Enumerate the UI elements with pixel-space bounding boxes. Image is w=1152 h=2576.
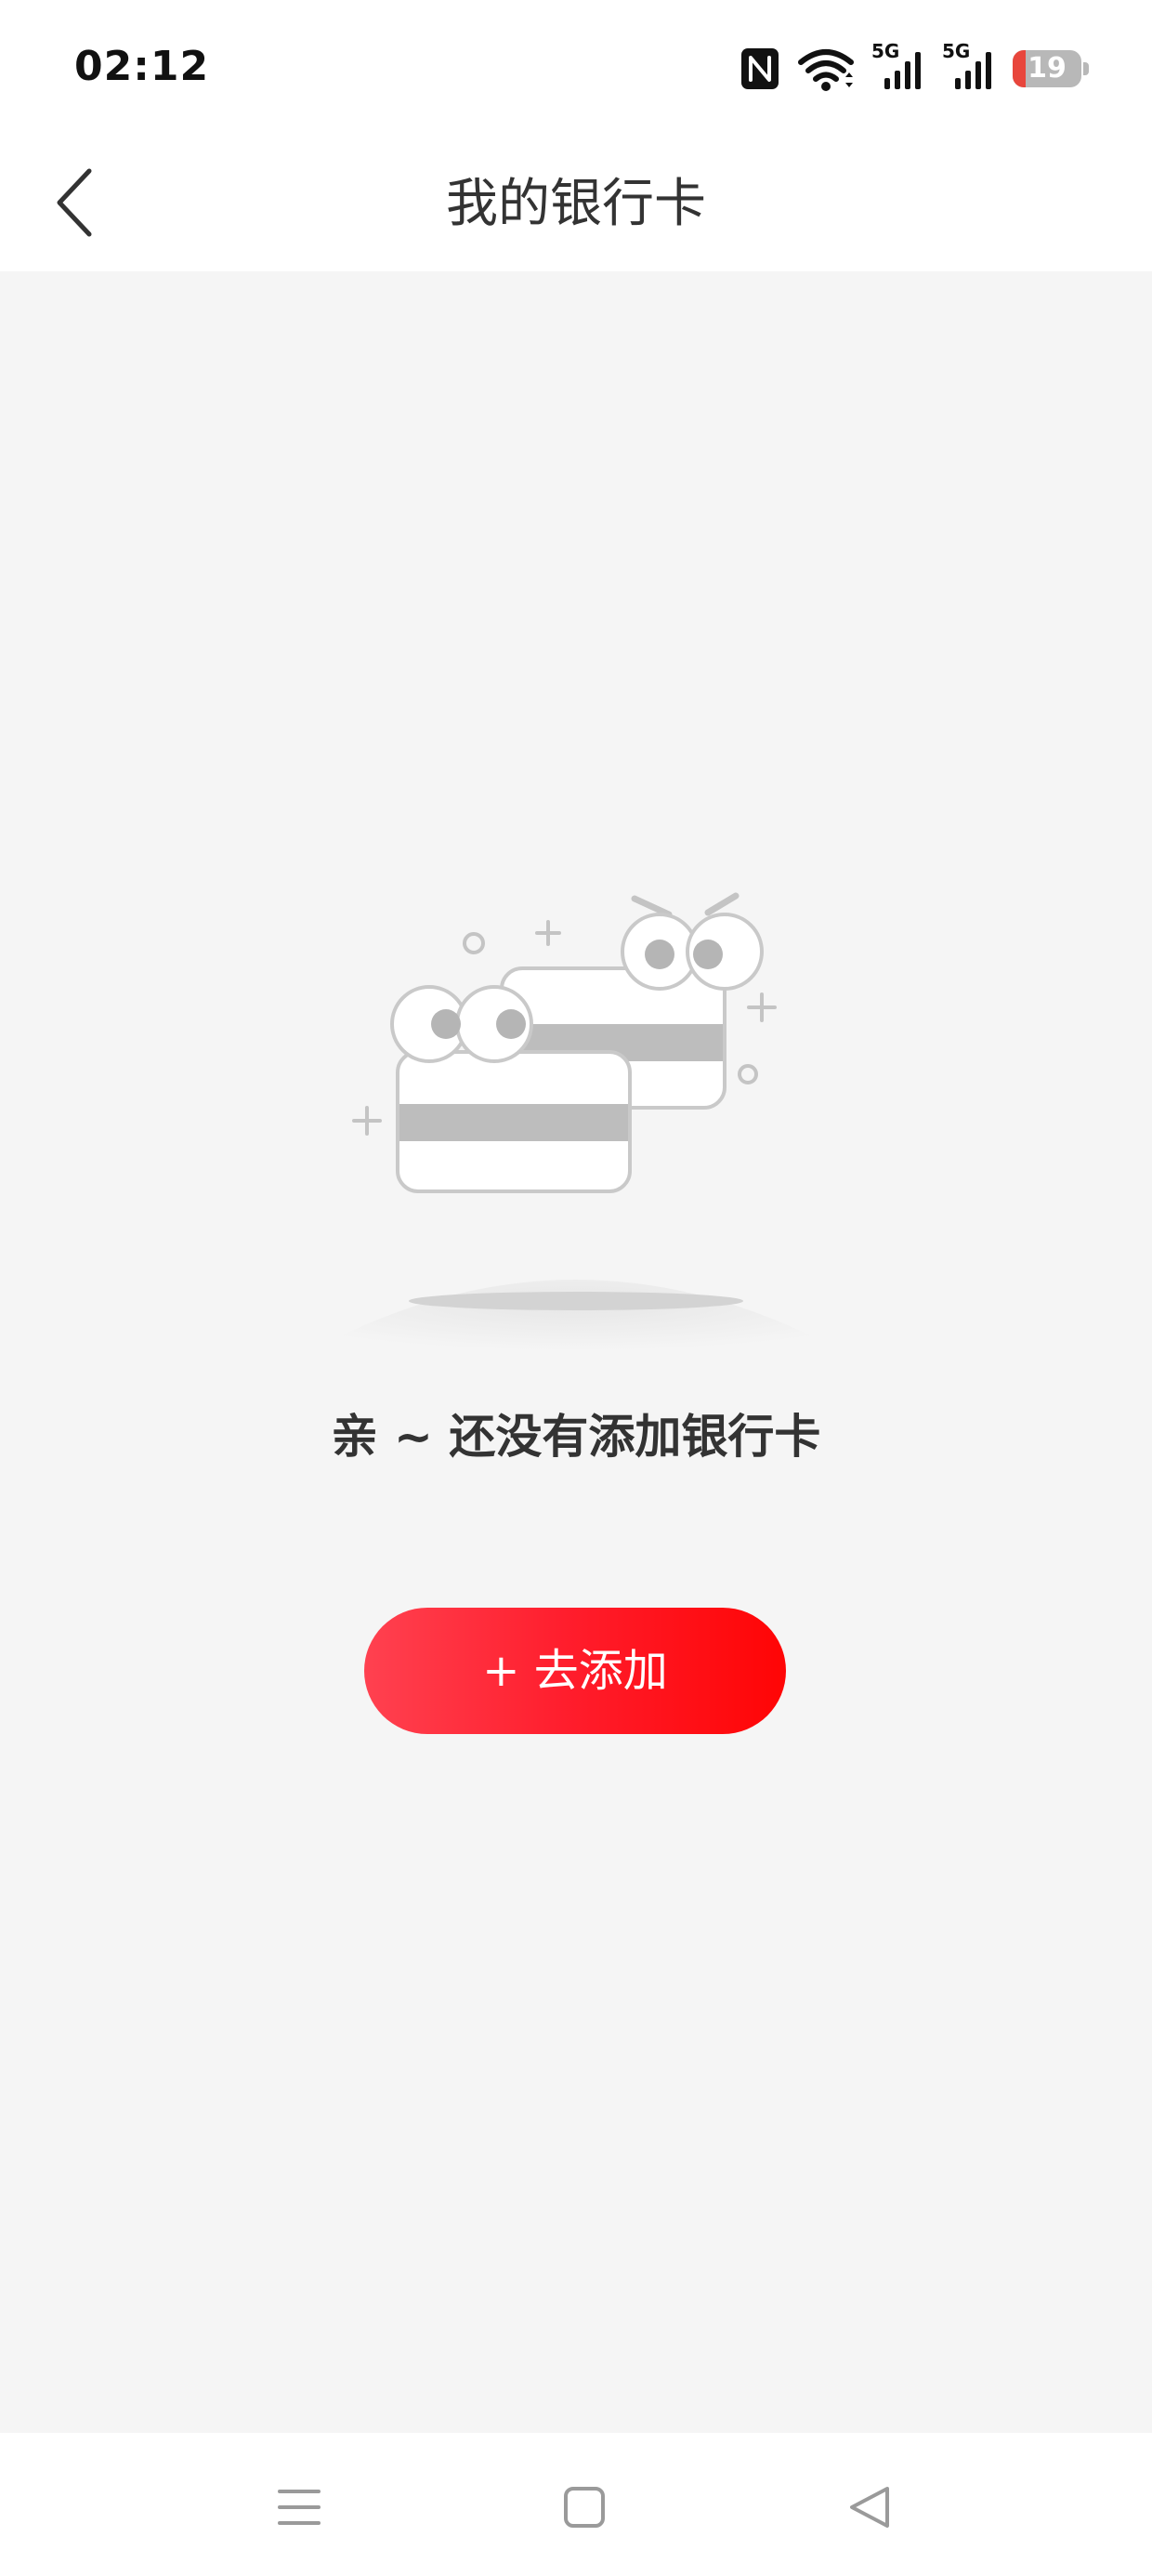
signal-icon: 5G <box>942 41 996 93</box>
back-triangle-icon <box>848 2485 891 2530</box>
system-nav-bar <box>0 2433 1152 2576</box>
nfc-icon <box>740 46 780 91</box>
wifi-icon <box>797 46 855 92</box>
battery-cap <box>1083 62 1089 75</box>
add-bank-card-button[interactable]: + 去添加 <box>364 1608 786 1734</box>
battery-body: 19 <box>1013 50 1081 87</box>
menu-icon <box>276 2486 322 2529</box>
main-content: 亲 ~ 还没有添加银行卡 + 去添加 <box>0 271 1152 2433</box>
menu-button[interactable] <box>253 2461 346 2554</box>
back-nav-button[interactable] <box>823 2461 916 2554</box>
status-time: 02:12 <box>74 43 210 90</box>
empty-state-message: 亲 ~ 还没有添加银行卡 <box>331 1410 821 1464</box>
app-header: 我的银行卡 <box>0 139 1152 271</box>
home-square-icon <box>563 2486 606 2529</box>
home-button[interactable] <box>538 2461 631 2554</box>
signal-icon: 5G <box>871 41 925 93</box>
page-title: 我的银行卡 <box>446 174 706 234</box>
status-icons: 5G 5G 19 <box>740 41 1089 97</box>
battery-level: 19 <box>1028 52 1067 85</box>
bank-cards-with-eyes-illustration <box>279 708 873 1377</box>
status-bar: 02:12 5G 5G 19 <box>0 0 1152 139</box>
battery-icon: 19 <box>1013 50 1089 87</box>
